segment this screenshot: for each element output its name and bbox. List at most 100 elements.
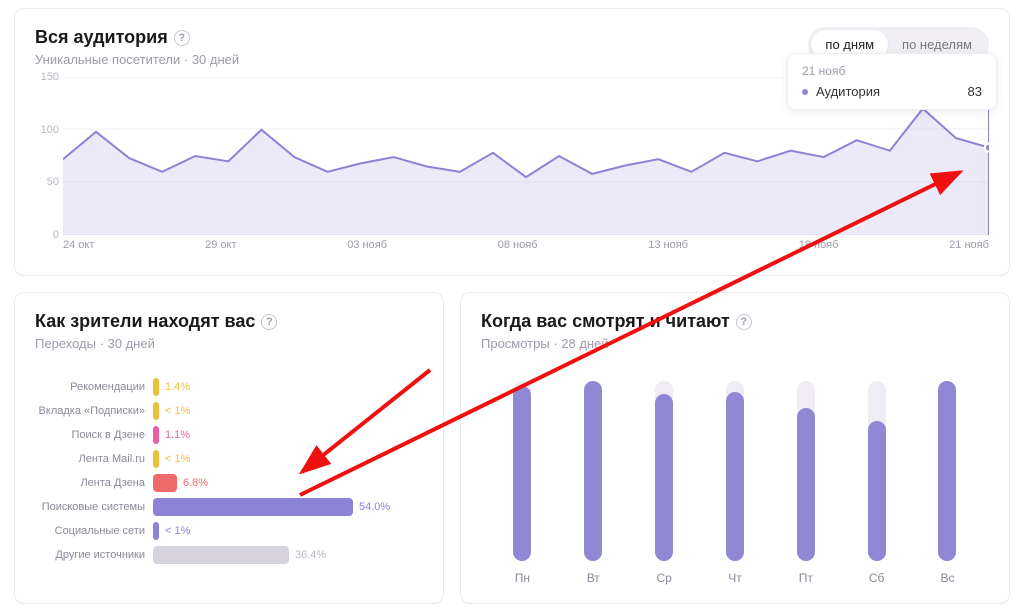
audience-panel: Вся аудитория ? Уникальные посетители · … bbox=[14, 8, 1010, 276]
x-tick: 24 окт bbox=[63, 239, 94, 257]
source-label: Лента Mail.ru bbox=[35, 453, 153, 465]
weekday-bar bbox=[584, 381, 602, 561]
weekday-label: Чт bbox=[728, 571, 742, 585]
x-tick: 29 окт bbox=[205, 239, 236, 257]
source-track: 36.4% bbox=[153, 546, 423, 564]
source-percent: < 1% bbox=[165, 525, 190, 537]
x-tick: 18 нояб bbox=[799, 239, 839, 257]
source-track: < 1% bbox=[153, 522, 423, 540]
y-tick: 50 bbox=[47, 176, 59, 188]
weekday-bar bbox=[797, 408, 815, 561]
sources-bar-chart: Рекомендации 1.4% Вкладка «Подписки» < 1% По… bbox=[35, 375, 423, 567]
x-tick: 21 нояб bbox=[949, 239, 989, 257]
source-percent: < 1% bbox=[165, 405, 190, 417]
tooltip-dot-icon bbox=[802, 89, 808, 95]
sources-subtitle: Переходы · 30 дней bbox=[35, 336, 423, 351]
weekday-label: Вт bbox=[587, 571, 600, 585]
source-track: 54.0% bbox=[153, 498, 423, 516]
x-tick: 03 нояб bbox=[347, 239, 387, 257]
source-track: < 1% bbox=[153, 450, 423, 468]
weekday-bar bbox=[655, 394, 673, 561]
source-percent: 1.1% bbox=[165, 429, 190, 441]
source-percent: 54.0% bbox=[359, 501, 390, 513]
weekday-column: Вт bbox=[569, 381, 617, 585]
weekday-column: Чт bbox=[711, 381, 759, 585]
y-tick: 0 bbox=[53, 229, 59, 241]
audience-title: Вся аудитория ? bbox=[35, 27, 239, 48]
source-label: Другие источники bbox=[35, 549, 153, 561]
help-icon[interactable]: ? bbox=[736, 314, 752, 330]
y-tick: 100 bbox=[41, 124, 59, 136]
source-track: < 1% bbox=[153, 402, 423, 420]
weekday-bar bbox=[513, 386, 531, 561]
weekday-bar bbox=[726, 392, 744, 561]
y-axis: 050100150 bbox=[31, 77, 59, 235]
weekday-bar-track bbox=[655, 381, 673, 561]
source-track: 1.1% bbox=[153, 426, 423, 444]
tooltip-date: 21 нояб bbox=[802, 64, 982, 78]
x-tick: 08 нояб bbox=[498, 239, 538, 257]
weekday-bar-track bbox=[797, 381, 815, 561]
source-label: Вкладка «Подписки» bbox=[35, 405, 153, 417]
source-row: Поиск в Дзене 1.1% bbox=[35, 423, 423, 447]
source-bar bbox=[153, 426, 159, 444]
audience-subtitle: Уникальные посетители · 30 дней bbox=[35, 52, 239, 67]
weekday-bar-track bbox=[513, 381, 531, 561]
source-bar bbox=[153, 402, 159, 420]
x-tick: 13 нояб bbox=[648, 239, 688, 257]
source-label: Социальные сети bbox=[35, 525, 153, 537]
help-icon[interactable]: ? bbox=[174, 30, 190, 46]
source-track: 6.8% bbox=[153, 474, 423, 492]
source-percent: < 1% bbox=[165, 453, 190, 465]
weekday-bar-track bbox=[726, 381, 744, 561]
weekday-panel: Когда вас смотрят и читают ? Просмотры ·… bbox=[460, 292, 1010, 604]
source-label: Поиск в Дзене bbox=[35, 429, 153, 441]
source-percent: 6.8% bbox=[183, 477, 208, 489]
weekday-bar-track bbox=[584, 381, 602, 561]
weekday-bar bbox=[938, 381, 956, 561]
source-label: Рекомендации bbox=[35, 381, 153, 393]
y-tick: 150 bbox=[41, 71, 59, 83]
source-label: Поисковые системы bbox=[35, 501, 153, 513]
source-row: Вкладка «Подписки» < 1% bbox=[35, 399, 423, 423]
sources-title: Как зрители находят вас ? bbox=[35, 311, 423, 332]
sources-title-text: Как зрители находят вас bbox=[35, 311, 255, 332]
source-bar bbox=[153, 474, 177, 492]
x-axis: 24 окт 29 окт 03 нояб 08 нояб 13 нояб 18 нояб… bbox=[63, 239, 989, 257]
weekday-title: Когда вас смотрят и читают ? bbox=[481, 311, 989, 332]
weekday-label: Вс bbox=[940, 571, 954, 585]
source-row: Лента Mail.ru < 1% bbox=[35, 447, 423, 471]
sources-panel: Как зрители находят вас ? Переходы · 30 … bbox=[14, 292, 444, 604]
weekday-label: Пн bbox=[515, 571, 530, 585]
weekday-subtitle: Просмотры · 28 дней bbox=[481, 336, 989, 351]
source-percent: 1.4% bbox=[165, 381, 190, 393]
weekday-title-text: Когда вас смотрят и читают bbox=[481, 311, 730, 332]
weekday-bar bbox=[868, 421, 886, 561]
source-bar bbox=[153, 450, 159, 468]
weekday-bar-track bbox=[938, 381, 956, 561]
source-bar bbox=[153, 378, 159, 396]
weekday-label: Ср bbox=[656, 571, 671, 585]
weekday-bar-track bbox=[868, 381, 886, 561]
tooltip-series-label: Аудитория bbox=[816, 84, 880, 99]
source-row: Поисковые системы 54.0% bbox=[35, 495, 423, 519]
weekday-column: Сб bbox=[853, 381, 901, 585]
weekday-label: Пт bbox=[799, 571, 813, 585]
source-row: Лента Дзена 6.8% bbox=[35, 471, 423, 495]
chart-tooltip: 21 нояб Аудитория 83 bbox=[787, 53, 997, 110]
source-row: Другие источники 36.4% bbox=[35, 543, 423, 567]
source-bar bbox=[153, 498, 353, 516]
audience-title-text: Вся аудитория bbox=[35, 27, 168, 48]
weekday-column: Пн bbox=[498, 381, 546, 585]
source-percent: 36.4% bbox=[295, 549, 326, 561]
weekday-bar-chart: Пн Вт Ср Чт Пт Сб Вс bbox=[481, 375, 989, 585]
help-icon[interactable]: ? bbox=[261, 314, 277, 330]
weekday-column: Ср bbox=[640, 381, 688, 585]
source-label: Лента Дзена bbox=[35, 477, 153, 489]
source-bar bbox=[153, 546, 289, 564]
weekday-column: Вс bbox=[923, 381, 971, 585]
tooltip-value: 83 bbox=[968, 84, 982, 99]
source-bar bbox=[153, 522, 159, 540]
source-row: Рекомендации 1.4% bbox=[35, 375, 423, 399]
weekday-label: Сб bbox=[869, 571, 885, 585]
